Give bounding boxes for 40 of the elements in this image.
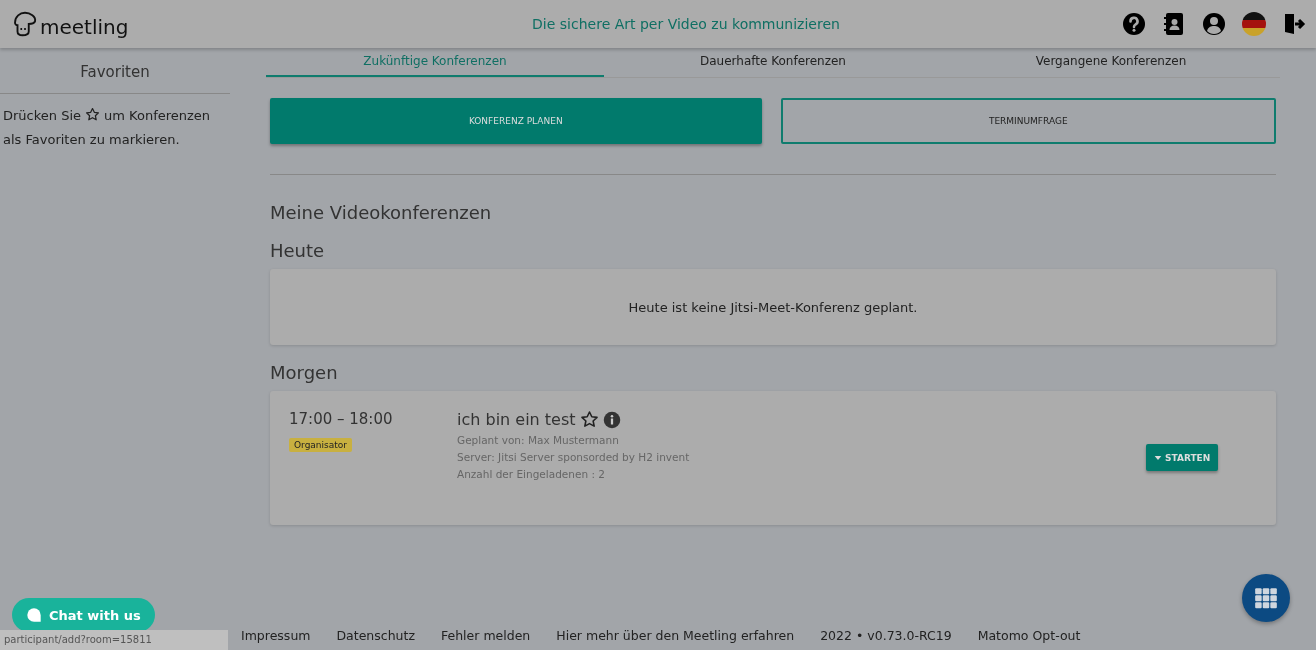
section-heading: Meine Videokonferenzen (270, 202, 493, 223)
tagline: Die sichere Art per Video zu kommunizieren (531, 16, 841, 32)
info-icon[interactable] (602, 410, 621, 429)
day-heading: Morgen (270, 362, 339, 383)
detail-text: Geplant von: Max Mustermann (457, 434, 620, 446)
german-flag-icon[interactable] (1242, 12, 1266, 36)
apps-button[interactable] (1242, 574, 1290, 622)
poll-button[interactable]: TERMINUMFRAGE (780, 98, 1276, 144)
footer-link[interactable]: Matomo Opt-out (977, 628, 1081, 643)
empty-message: Heute ist keine Jitsi-Meet-Konferenz geplant. (628, 299, 918, 315)
sidebar-title: Favoriten (0, 48, 230, 94)
footer-link[interactable]: Impressum (241, 628, 311, 643)
hint-text: Drücken Sie (3, 108, 82, 123)
start-button[interactable]: STARTEN (1146, 444, 1219, 471)
footer-link[interactable]: Datenschutz (336, 628, 415, 643)
chat-bubble-icon (26, 607, 42, 623)
detail-text: Server: Jitsi Server sponsorded by H2 invent (457, 451, 691, 463)
conference-title: ich bin ein test (457, 410, 576, 429)
address-book-icon[interactable] (1162, 12, 1186, 36)
tab[interactable]: Dauerhafte Konferenzen (604, 48, 942, 77)
exit-door-icon[interactable] (1282, 12, 1306, 36)
grid-icon (1253, 585, 1279, 611)
logo-text: meetling (40, 15, 129, 39)
hint-text: als Favoriten zu markieren. (2, 131, 180, 149)
status-url: participant/add?room=15811 (0, 630, 228, 650)
detail-text: Anzahl der Eingeladenen : 2 (457, 468, 606, 480)
star-icon (85, 107, 101, 122)
hint-text: um Konferenzen (104, 108, 211, 123)
plan-conference-button[interactable]: KONFERENZ PLANEN (270, 98, 762, 144)
footer-link[interactable]: Fehler melden (441, 628, 531, 643)
time-range: 17:00 – 18:00 (289, 410, 394, 428)
tab[interactable]: Vergangene Konferenzen (942, 48, 1280, 77)
user-icon[interactable] (1202, 12, 1226, 36)
caret-icon (1154, 453, 1162, 462)
footer-link[interactable]: Hier mehr über den Meetling erfahren (556, 628, 795, 643)
role-badge: Organisator (289, 438, 352, 452)
day-heading: Heute (270, 240, 326, 261)
help-icon[interactable] (1122, 12, 1146, 36)
star-icon[interactable] (579, 410, 599, 429)
footer-link[interactable]: 2022 • v0.73.0-RC19 (820, 628, 952, 643)
